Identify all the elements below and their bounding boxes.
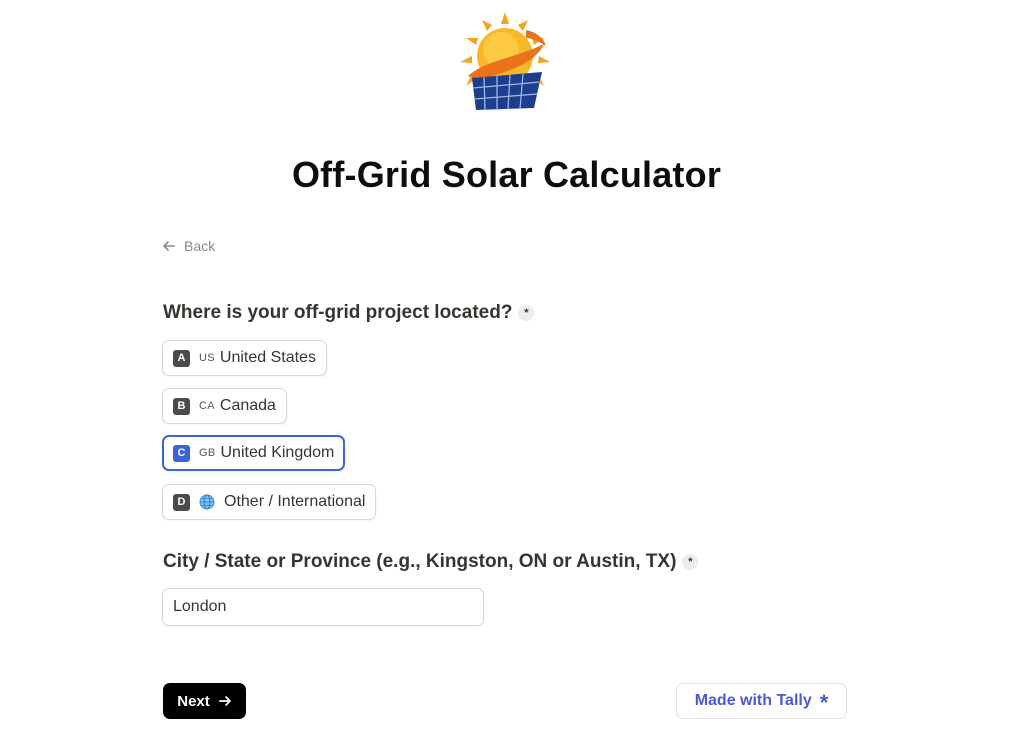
option-other-international[interactable]: D Other / International (162, 484, 377, 520)
city-input[interactable] (162, 588, 484, 626)
option-united-kingdom[interactable]: C GB United Kingdom (162, 435, 346, 471)
flag-ca-icon: CA (199, 400, 215, 412)
option-key: C (173, 444, 190, 462)
arrow-left-icon (163, 241, 175, 251)
required-badge: * (682, 554, 699, 570)
made-with-tally-link[interactable]: Made with Tally * (676, 683, 847, 719)
form-page: Off-Grid Solar Calculator Back Where is … (0, 0, 1013, 749)
option-label: United Kingdom (220, 444, 335, 461)
flag-us-icon: US (199, 352, 215, 364)
option-key: B (173, 397, 190, 415)
option-label: Canada (219, 397, 276, 414)
question-location: Where is your off-grid project located? … (163, 302, 535, 324)
option-canada[interactable]: B CA Canada (162, 388, 287, 424)
next-label: Next (177, 692, 210, 710)
arrow-right-icon (218, 696, 231, 706)
question-city-label: City / State or Province (e.g., Kingston… (163, 551, 677, 572)
solar-logo (460, 12, 550, 110)
globe-icon (199, 494, 215, 510)
back-label: Back (184, 238, 216, 254)
required-badge: * (518, 305, 535, 321)
flag-gb-icon: GB (199, 447, 216, 459)
next-button[interactable]: Next (163, 683, 246, 719)
option-key: A (173, 349, 190, 367)
question-city: City / State or Province (e.g., Kingston… (163, 551, 699, 573)
made-with-tally-label: Made with Tally (694, 692, 812, 709)
option-label: Other / International (224, 493, 366, 510)
option-united-states[interactable]: A US United States (162, 340, 327, 376)
option-key: D (173, 493, 190, 511)
back-button[interactable]: Back (162, 238, 215, 254)
page-title: Off-Grid Solar Calculator (291, 154, 722, 195)
question-location-label: Where is your off-grid project located? (163, 302, 513, 323)
option-label: United States (219, 349, 316, 366)
tally-asterisk-icon: * (819, 690, 829, 715)
